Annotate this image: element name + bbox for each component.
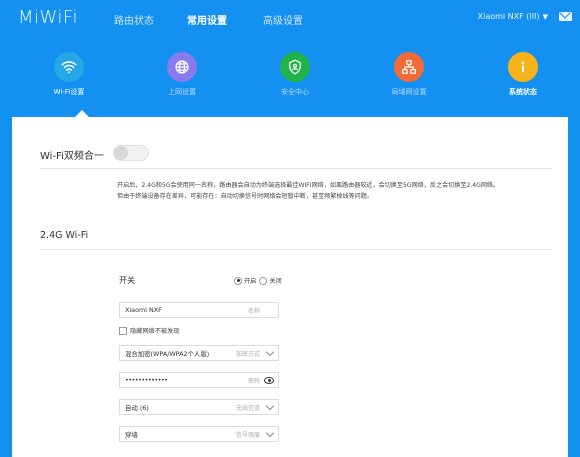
ssid-input[interactable]: Xiaomi NXF 名称: [119, 302, 279, 318]
description-line: 但由于终端设备存在差异，可能存在：自动切换信号时网络会短暂中断，甚至频繁掉线等问…: [117, 193, 373, 200]
mail-icon[interactable]: [559, 12, 572, 21]
settings-app-bar: Wi-Fi设置 上网设置 安全中心 局域网设置 系统状态: [0, 52, 580, 112]
globe-icon: [167, 52, 197, 82]
shield-icon: [280, 52, 310, 82]
channel-value: 自动 (6): [125, 404, 149, 412]
section-title-24g: 2.4G Wi-Fi: [40, 230, 89, 241]
description-line: 开启后，2.4G和5G会使用同一名称，路由器会自动为终端选择最佳WIFI网络，如…: [117, 182, 500, 189]
dual-band-toggle[interactable]: [113, 145, 149, 161]
chevron-down-icon: [265, 428, 275, 438]
app-label: 局域网设置: [391, 88, 427, 96]
toggle-knob: [114, 146, 128, 160]
channel-hint: 无线信道: [235, 405, 260, 412]
chevron-down-icon: [265, 347, 275, 357]
user-menu[interactable]: Xiaomi NXF (III) ▼: [478, 12, 548, 21]
hide-network-checkbox[interactable]: [119, 326, 127, 335]
strength-value: 穿墙: [125, 431, 138, 439]
chevron-down-icon: ▼: [542, 13, 548, 21]
dual-band-description: 开启后，2.4G和5G会使用同一名称，路由器会自动为终端选择最佳WIFI网络，如…: [117, 180, 562, 202]
divider: [40, 168, 552, 169]
top-bar: MiWiFi 路由状态 常用设置 高级设置 Xiaomi NXF (III) ▼: [0, 0, 580, 38]
chevron-down-icon: [265, 401, 275, 411]
radio-off[interactable]: [259, 276, 268, 285]
encryption-hint: 加密方式: [235, 351, 260, 358]
hide-network-row[interactable]: 隐藏网络不被发现: [119, 326, 180, 335]
password-value: •••••••••••••: [125, 376, 168, 384]
network-icon: [394, 52, 424, 82]
radio-on-label: 开启: [244, 278, 257, 285]
nav-route-status[interactable]: 路由状态: [114, 12, 154, 27]
user-name: Xiaomi NXF (III): [477, 12, 540, 21]
signal-strength-select[interactable]: 穿墙 信号强度: [119, 426, 279, 442]
channel-select[interactable]: 自动 (6) 无线信道: [119, 399, 279, 415]
encryption-value: 混合加密(WPA/WPA2个人版): [125, 350, 210, 358]
strength-hint: 信号强度: [235, 432, 260, 439]
wifi-icon: [54, 52, 84, 82]
ssid-value: Xiaomi NXF: [125, 306, 162, 314]
app-lan-settings[interactable]: 局域网设置: [364, 52, 454, 97]
divider: [40, 249, 552, 250]
switch-label: 开关: [119, 276, 135, 285]
app-internet-settings[interactable]: 上网设置: [137, 52, 227, 97]
active-tab-caret: [75, 110, 89, 117]
nav-advanced-settings[interactable]: 高级设置: [263, 12, 303, 27]
app-security-center[interactable]: 安全中心: [250, 52, 340, 97]
app-wifi-settings[interactable]: Wi-Fi设置: [24, 52, 114, 97]
radio-on[interactable]: [234, 276, 242, 285]
app-label: 系统状态: [509, 88, 537, 96]
ssid-hint: 名称: [247, 308, 260, 315]
miwifi-logo[interactable]: MiWiFi: [18, 7, 78, 28]
eye-icon[interactable]: [264, 377, 274, 384]
nav-common-settings[interactable]: 常用设置: [187, 12, 227, 27]
app-system-status[interactable]: 系统状态: [478, 52, 568, 97]
app-label: Wi-Fi设置: [53, 88, 85, 96]
app-label: 上网设置: [168, 88, 196, 96]
wifi-switch-radios: 开启 关闭: [234, 276, 282, 285]
password-input[interactable]: ••••••••••••• 密码: [119, 372, 279, 388]
hide-network-label: 隐藏网络不被发现: [130, 328, 180, 335]
radio-off-label: 关闭: [269, 278, 282, 285]
info-icon: [508, 52, 538, 82]
wifi-settings-panel: Wi-Fi双频合一 开启后，2.4G和5G会使用同一名称，路由器会自动为终端选择…: [12, 117, 568, 457]
encryption-select[interactable]: 混合加密(WPA/WPA2个人版) 加密方式: [119, 345, 279, 361]
app-label: 安全中心: [281, 88, 309, 96]
password-hint: 密码: [247, 378, 260, 385]
dual-band-title: Wi-Fi双频合一: [40, 151, 104, 162]
